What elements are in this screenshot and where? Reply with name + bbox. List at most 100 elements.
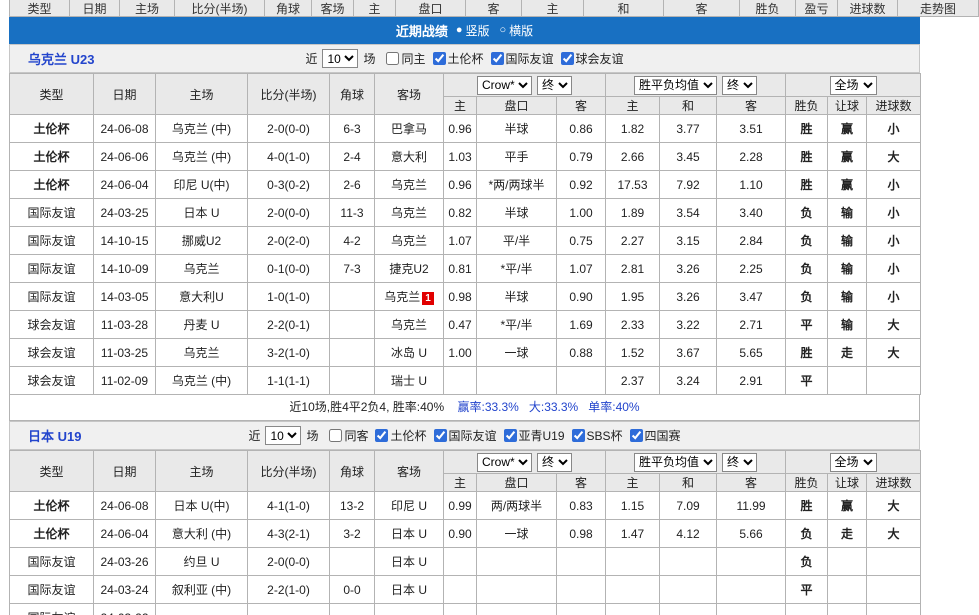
avg-final-select[interactable]: 终 <box>722 76 757 95</box>
summary-stat: 赢率:33.3% <box>457 400 518 414</box>
home-team-cell <box>156 604 248 615</box>
league-checkbox[interactable] <box>491 52 504 65</box>
col-home: 主场 <box>156 74 248 115</box>
corner-score-cell: 3-2 <box>330 520 375 548</box>
goals-result-cell: 小 <box>867 283 921 311</box>
away-team-name[interactable]: 巴拿马 <box>391 122 427 136</box>
handicap-line-cell: 一球 <box>477 520 557 548</box>
league-checkbox[interactable] <box>386 52 399 65</box>
handicap-line-cell: 半球 <box>477 283 557 311</box>
league-checkbox[interactable] <box>433 52 446 65</box>
match-row: 球会友谊11-02-09乌克兰 (中)1-1(1-1)瑞士 U2.373.242… <box>10 367 921 395</box>
handicap-result-cell: 赢 <box>828 171 867 199</box>
handicap-home-odds-cell <box>444 604 477 615</box>
odds-lose-cell: 3.40 <box>717 199 786 227</box>
layout-radio-horizontal[interactable]: ○横版 <box>500 22 534 39</box>
handicap-line-cell: 平/半 <box>477 227 557 255</box>
league-checkbox[interactable] <box>434 429 447 442</box>
league-toggle[interactable]: 土伦杯 <box>433 50 484 67</box>
league-toggle[interactable]: 球会友谊 <box>561 50 624 67</box>
league-label: 四国赛 <box>645 427 681 444</box>
league-checkbox[interactable] <box>630 429 643 442</box>
goals-result-cell: 小 <box>867 227 921 255</box>
away-team-name[interactable]: 乌克兰 <box>384 290 420 304</box>
scope-select[interactable]: 全场 <box>830 76 877 95</box>
handicap-result-cell: 赢 <box>828 143 867 171</box>
away-team-name[interactable]: 日本 U <box>391 555 427 569</box>
away-team-name[interactable]: 乌克兰 <box>391 178 427 192</box>
odds-draw-cell <box>660 576 717 604</box>
league-checkbox[interactable] <box>572 429 585 442</box>
handicap-line-cell: *平/半 <box>477 255 557 283</box>
subcol: 主 <box>444 474 477 492</box>
league-checkbox[interactable] <box>504 429 517 442</box>
odds-source-select[interactable]: Crow* <box>477 453 532 472</box>
score-cell: 3-2(1-0) <box>248 339 330 367</box>
odds-final-select[interactable]: 终 <box>537 453 572 472</box>
handicap-away-odds-cell <box>557 604 606 615</box>
league-toggle[interactable]: 同客 <box>329 427 368 444</box>
league-toggle[interactable]: 四国赛 <box>630 427 681 444</box>
subcol: 让球 <box>828 474 867 492</box>
home-team-cell: 意大利U <box>156 283 248 311</box>
away-team-name[interactable]: 日本 U <box>391 527 427 541</box>
league-toggle[interactable]: 土伦杯 <box>375 427 426 444</box>
away-team-name[interactable]: 乌克兰 <box>391 234 427 248</box>
match-count-select[interactable]: 10 <box>265 426 301 445</box>
league-toggle[interactable]: SBS杯 <box>572 427 623 444</box>
odds-final-select[interactable]: 终 <box>537 76 572 95</box>
league-toggles: 同主土伦杯 国际友谊球会友谊 <box>379 50 623 67</box>
match-row: 土伦杯24-06-04印尼 U(中)0-3(0-2)2-6乌克兰0.96*两/两… <box>10 171 921 199</box>
away-team-name[interactable]: 印尼 U <box>391 499 427 513</box>
filter-controls: 近 10 场 同客土伦杯国际友谊亚青U19SBS杯四国赛 <box>248 426 680 445</box>
match-date-cell: 11-03-25 <box>94 339 156 367</box>
league-checkbox[interactable] <box>375 429 388 442</box>
handicap-away-odds-cell: 0.75 <box>557 227 606 255</box>
handicap-home-odds-cell: 0.81 <box>444 255 477 283</box>
goals-result-cell <box>867 576 921 604</box>
league-checkbox[interactable] <box>561 52 574 65</box>
match-type-cell: 球会友谊 <box>10 367 94 395</box>
away-team-name[interactable]: 捷克U2 <box>389 262 428 276</box>
avg-source-select[interactable]: 胜平负均值 <box>634 453 717 472</box>
avg-final-select[interactable]: 终 <box>722 453 757 472</box>
avg-source-select[interactable]: 胜平负均值 <box>634 76 717 95</box>
corner-score-cell: 2-6 <box>330 171 375 199</box>
away-team-name[interactable]: 乌克兰 <box>391 318 427 332</box>
match-date-cell: 24-03-25 <box>94 199 156 227</box>
league-toggle[interactable]: 同主 <box>386 50 425 67</box>
handicap-away-odds-cell: 1.00 <box>557 199 606 227</box>
subcol: 客 <box>717 474 786 492</box>
home-team-cell: 乌克兰 (中) <box>156 143 248 171</box>
match-type-cell: 国际友谊 <box>10 227 94 255</box>
match-count-select[interactable]: 10 <box>322 49 358 68</box>
result-cell: 胜 <box>786 492 828 520</box>
league-toggle[interactable]: 亚青U19 <box>504 427 565 444</box>
goals-result-cell: 大 <box>867 520 921 548</box>
away-team-name[interactable]: 瑞士 U <box>391 374 427 388</box>
league-toggle[interactable]: 国际友谊 <box>434 427 497 444</box>
odds-source-select[interactable]: Crow* <box>477 76 532 95</box>
league-label: 国际友谊 <box>506 50 554 67</box>
handicap-line-cell <box>477 548 557 576</box>
away-team-name[interactable]: 日本 U <box>391 583 427 597</box>
away-team-name[interactable]: 冰岛 U <box>391 346 427 360</box>
away-team-cell: 捷克U2 <box>375 255 444 283</box>
home-team-cell: 日本 U(中) <box>156 492 248 520</box>
match-date-cell: 14-10-15 <box>94 227 156 255</box>
prev-header-col: 角球 <box>265 0 312 17</box>
radio-icon[interactable]: ● <box>456 25 463 36</box>
league-checkbox[interactable] <box>329 429 342 442</box>
goals-result-cell: 大 <box>867 339 921 367</box>
away-team-cell: 乌克兰 <box>375 199 444 227</box>
league-toggle[interactable]: 国际友谊 <box>491 50 554 67</box>
result-cell: 负 <box>786 283 828 311</box>
layout-radio-vertical[interactable]: ●竖版 <box>456 22 490 39</box>
match-type-cell: 土伦杯 <box>10 492 94 520</box>
scope-select[interactable]: 全场 <box>830 453 877 472</box>
score-cell: 0-3(0-2) <box>248 171 330 199</box>
odds-win-cell: 1.95 <box>606 283 660 311</box>
away-team-name[interactable]: 意大利 <box>391 150 427 164</box>
radio-icon[interactable]: ○ <box>500 25 507 36</box>
away-team-name[interactable]: 乌克兰 <box>391 206 427 220</box>
